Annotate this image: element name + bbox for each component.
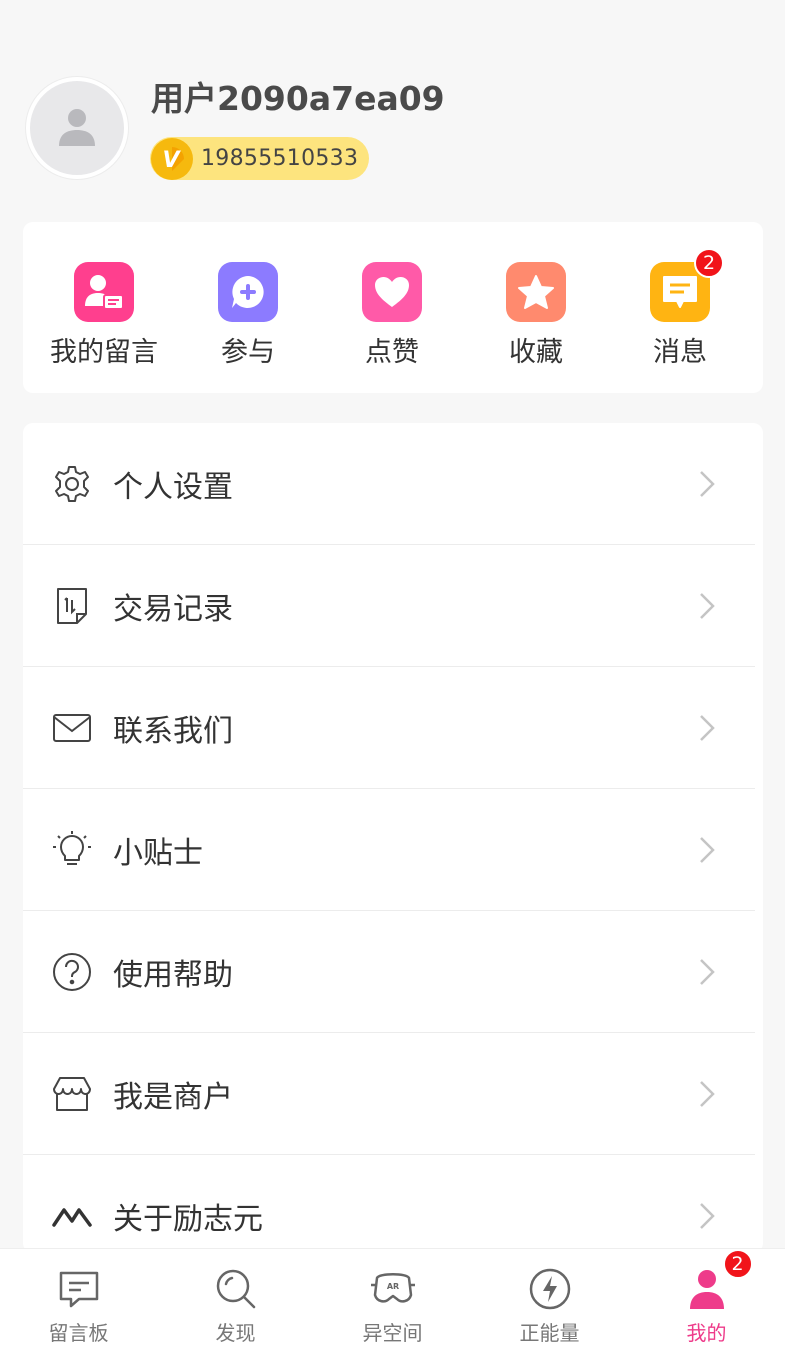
svg-text:V: V (162, 148, 181, 173)
heart-icon (362, 262, 422, 322)
quick-action-label: 我的留言 (50, 337, 158, 368)
tab-label: 异空间 (362, 1321, 423, 1345)
menu-item-merchant[interactable]: 我是商户 (23, 1033, 763, 1155)
quick-action-favorites[interactable]: 收藏 (464, 262, 608, 369)
tab-discover[interactable]: 发现 (157, 1249, 314, 1345)
ar-glasses-icon: AR (369, 1265, 417, 1313)
tab-message-board[interactable]: 留言板 (0, 1249, 157, 1345)
profile-header: 用户2090a7ea09 V 19855510533 (0, 0, 785, 210)
unread-badge: 2 (722, 1249, 753, 1279)
star-icon (506, 262, 566, 322)
svg-text:AR: AR (386, 1282, 398, 1291)
unread-badge: 2 (694, 248, 724, 278)
search-icon (212, 1265, 260, 1313)
message-icon: 2 (650, 248, 724, 322)
tab-mine[interactable]: 2 我的 (628, 1249, 785, 1345)
chevron-right-icon (700, 959, 715, 985)
message-board-icon (74, 262, 134, 322)
tab-label: 正能量 (519, 1321, 580, 1345)
settings-menu: 个人设置 交易记录 联系我们 小贴士 使用帮助 我是商户 关于励志元 (23, 423, 763, 1253)
chat-plus-icon (218, 262, 278, 322)
tab-positive-energy[interactable]: 正能量 (471, 1249, 628, 1345)
menu-item-label: 个人设置 (113, 470, 233, 505)
menu-item-label: 联系我们 (113, 714, 233, 749)
storefront-icon (51, 1073, 93, 1115)
lightning-icon (526, 1265, 574, 1313)
bottom-tab-bar: 留言板 发现 AR 异空间 正能量 2 我的 (0, 1248, 785, 1345)
vip-phone-pill: V 19855510533 (150, 137, 369, 180)
quick-action-label: 收藏 (509, 337, 563, 368)
chevron-right-icon (700, 715, 715, 741)
tab-label: 留言板 (48, 1321, 109, 1345)
user-icon: 2 (683, 1249, 753, 1313)
chevron-right-icon (700, 1081, 715, 1107)
username: 用户2090a7ea09 (151, 79, 445, 118)
quick-action-my-messages[interactable]: 我的留言 (32, 262, 176, 369)
menu-item-label: 使用帮助 (113, 958, 233, 993)
menu-item-tips[interactable]: 小贴士 (23, 789, 763, 911)
quick-action-label: 参与 (221, 337, 275, 368)
menu-item-transaction-records[interactable]: 交易记录 (23, 545, 763, 667)
tab-alt-space[interactable]: AR 异空间 (314, 1249, 471, 1345)
menu-item-label: 我是商户 (113, 1080, 233, 1115)
quick-action-participate[interactable]: 参与 (176, 262, 320, 369)
quick-actions-card: 我的留言 参与 点赞 收藏 2 消息 (23, 222, 763, 393)
transaction-doc-icon (51, 585, 93, 627)
phone-number: 19855510533 (201, 146, 359, 171)
question-circle-icon (51, 951, 93, 993)
vip-icon: V (151, 137, 193, 180)
quick-action-label: 消息 (653, 337, 707, 368)
menu-item-personal-settings[interactable]: 个人设置 (23, 423, 763, 545)
gear-icon (51, 463, 93, 505)
lightbulb-icon (51, 829, 93, 871)
menu-item-label: 交易记录 (113, 592, 233, 627)
menu-item-label: 小贴士 (113, 836, 203, 871)
message-board-icon (55, 1265, 103, 1313)
menu-item-help[interactable]: 使用帮助 (23, 911, 763, 1033)
chevron-right-icon (700, 1203, 715, 1229)
avatar[interactable] (26, 77, 128, 179)
brand-wave-icon (51, 1195, 93, 1237)
envelope-icon (51, 707, 93, 749)
menu-item-label: 关于励志元 (113, 1202, 263, 1237)
default-avatar-icon (59, 109, 95, 146)
quick-action-messages[interactable]: 2 消息 (608, 248, 752, 369)
chevron-right-icon (700, 837, 715, 863)
chevron-right-icon (700, 471, 715, 497)
menu-item-about[interactable]: 关于励志元 (23, 1155, 763, 1253)
quick-action-like[interactable]: 点赞 (320, 262, 464, 369)
tab-label: 我的 (686, 1321, 727, 1345)
tab-label: 发现 (215, 1321, 256, 1345)
chevron-right-icon (700, 593, 715, 619)
menu-item-contact-us[interactable]: 联系我们 (23, 667, 763, 789)
quick-action-label: 点赞 (365, 337, 419, 368)
